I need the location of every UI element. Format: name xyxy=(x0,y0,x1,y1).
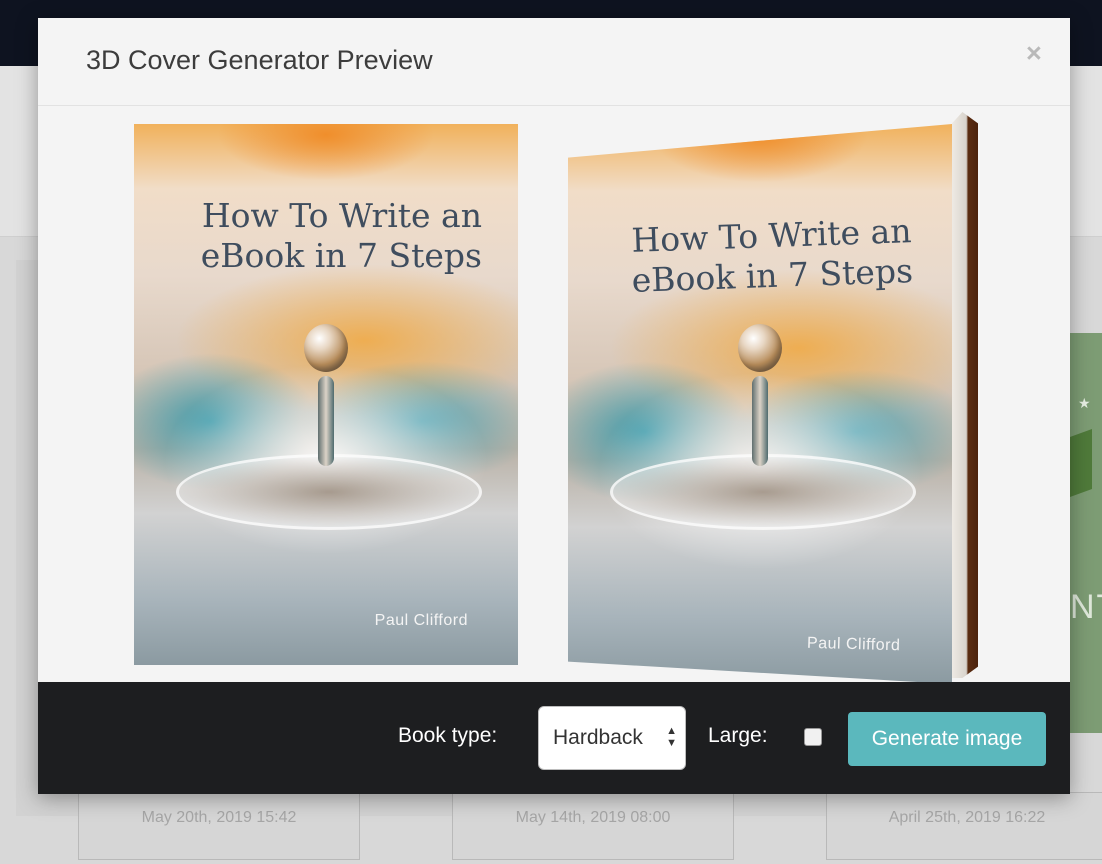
flat-cover-preview: How To Write an eBook in 7 Steps Paul Cl… xyxy=(134,124,518,665)
book-type-value: Hardback xyxy=(553,726,643,749)
close-icon[interactable]: × xyxy=(1026,40,1042,67)
water-stem xyxy=(752,376,768,466)
background-promo-banner: ★ NT xyxy=(1070,333,1102,733)
cover-title-line: eBook in 7 Steps xyxy=(200,236,482,275)
leaf-decoration xyxy=(1070,428,1092,498)
card-date: May 20th, 2019 15:42 xyxy=(141,809,297,826)
large-label: Large: xyxy=(708,724,768,747)
book-type-label: Book type: xyxy=(398,724,498,747)
background-card: April 25th, 2019 16:22 xyxy=(826,792,1102,860)
cover-title-line: How To Write an xyxy=(201,196,482,235)
card-date: May 14th, 2019 08:00 xyxy=(515,809,671,826)
promo-banner-text: NT xyxy=(1070,588,1102,626)
large-checkbox[interactable] xyxy=(804,728,822,746)
water-stem xyxy=(318,376,334,466)
modal-title: 3D Cover Generator Preview xyxy=(86,45,433,75)
water-droplet xyxy=(304,324,348,372)
cover-title-line: eBook in 7 Steps xyxy=(630,251,914,300)
modal-header: 3D Cover Generator Preview × xyxy=(38,18,1070,106)
book-spine xyxy=(952,112,978,678)
generate-image-button[interactable]: Generate image xyxy=(848,712,1046,766)
background-card: May 20th, 2019 15:42 xyxy=(78,792,360,860)
water-droplet xyxy=(738,324,782,372)
cover-title: How To Write an eBook in 7 Steps xyxy=(201,196,482,276)
select-arrows-icon: ▲ ▼ xyxy=(666,725,677,749)
star-icon: ★ xyxy=(1078,395,1091,411)
background-card: May 14th, 2019 08:00 xyxy=(452,792,734,860)
cover-author: Paul Clifford xyxy=(374,612,468,629)
card-date: April 25th, 2019 16:22 xyxy=(888,809,1046,826)
preview-area: How To Write an eBook in 7 Steps Paul Cl… xyxy=(38,106,1070,684)
modal-footer: Book type: Hardback ▲ ▼ Large: Generate i… xyxy=(38,682,1070,794)
cover-title: How To Write an eBook in 7 Steps xyxy=(629,211,914,301)
book-type-select[interactable]: Hardback ▲ ▼ xyxy=(538,706,686,770)
cover-author: Paul Clifford xyxy=(806,634,901,655)
cover-generator-modal: 3D Cover Generator Preview × How To Writ… xyxy=(38,18,1070,794)
3d-cover-preview: How To Write an eBook in 7 Steps Paul Cl… xyxy=(568,124,952,684)
